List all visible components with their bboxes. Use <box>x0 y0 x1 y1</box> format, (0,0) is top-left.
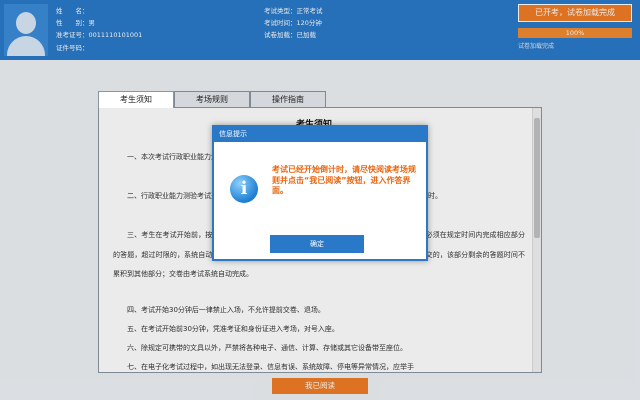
info-icon: i <box>230 175 258 203</box>
dialog-title: 信息提示 <box>214 127 426 142</box>
info-dialog: 信息提示 i 考试已经开始倒计时，请尽快阅读考场规则并点击“我已阅读”按钮，进入… <box>212 125 428 261</box>
tab-exam-notice[interactable]: 考生须知 <box>98 91 174 108</box>
ok-button[interactable]: 确定 <box>270 235 364 253</box>
dialog-message: 考试已经开始倒计时，请尽快阅读考场规则并点击“我已阅读”按钮，进入作答界面。 <box>272 165 416 195</box>
